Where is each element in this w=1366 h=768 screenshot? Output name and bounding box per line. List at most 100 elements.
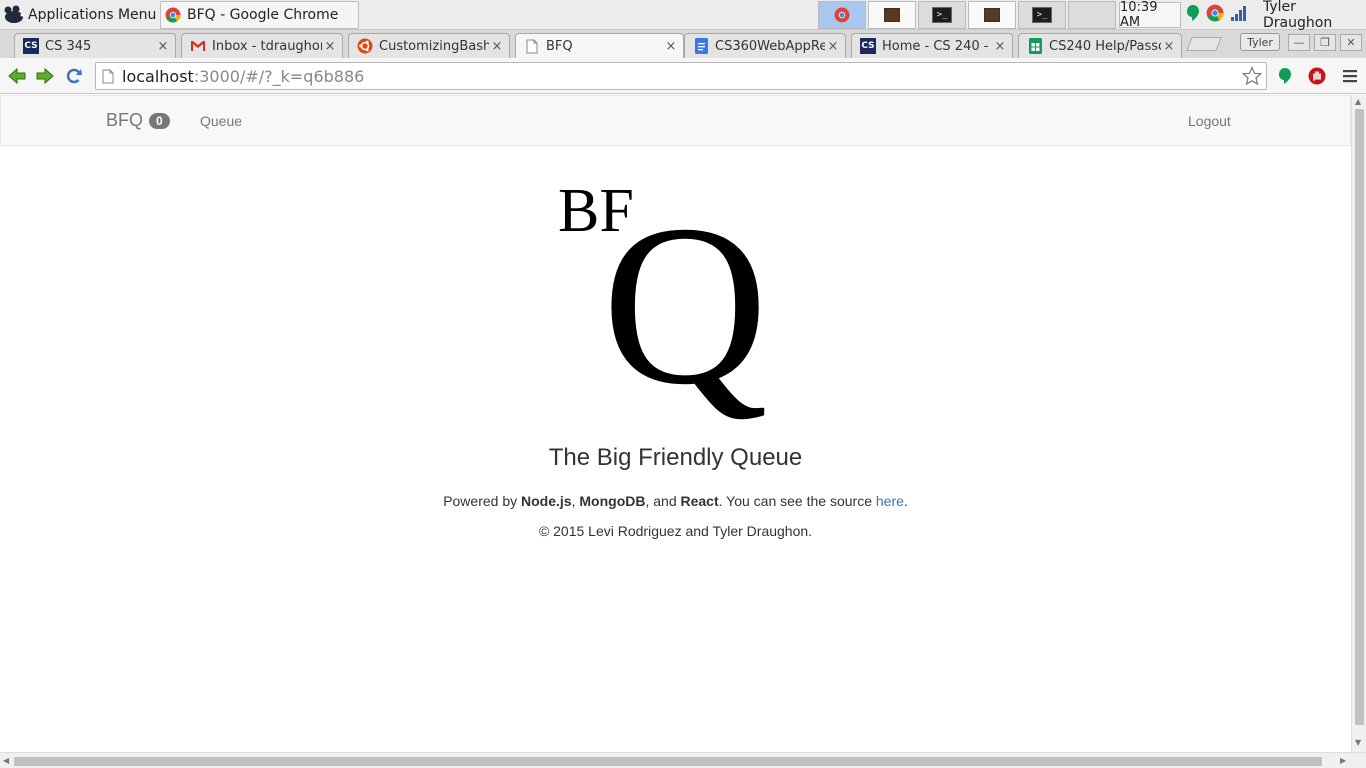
tab-close-icon[interactable]: × <box>663 39 679 54</box>
copyright-line: © 2015 Levi Rodriguez and Tyler Draughon… <box>538 523 813 539</box>
workspace-windows: >_ >_ <box>818 1 1118 29</box>
tab-title: CS240 Help/Passo <box>1049 38 1161 54</box>
tab-cs-345[interactable]: CS CS 345 × <box>14 33 176 58</box>
tech-mongodb: MongoDB <box>579 493 646 509</box>
bfq-logo: BF Q <box>550 180 790 420</box>
address-bar[interactable]: localhost:3000/#/?_k=q6b886 <box>95 62 1267 90</box>
tab-title: Inbox - tdraughon <box>212 38 322 54</box>
site-navbar: BFQ 0 Queue Logout <box>0 95 1351 146</box>
network-signal-icon[interactable] <box>1230 4 1248 22</box>
sheets-icon <box>1027 38 1043 54</box>
new-tab-button[interactable] <box>1186 37 1222 51</box>
tab-inbox[interactable]: Inbox - tdraughon × <box>181 33 343 58</box>
gmail-icon <box>190 38 206 54</box>
back-button[interactable] <box>5 64 29 88</box>
page-tagline: The Big Friendly Queue <box>548 444 803 471</box>
chrome-icon[interactable] <box>1206 4 1224 22</box>
nav-link-logout[interactable]: Logout <box>1188 113 1231 129</box>
tab-close-icon[interactable]: × <box>489 39 505 54</box>
panel-user-name[interactable]: Tyler Draughon <box>1263 0 1366 31</box>
scroll-up-arrow-icon[interactable]: ▲ <box>1355 97 1361 106</box>
applications-menu[interactable]: Applications Menu ⋮ <box>2 2 174 28</box>
ubuntu-icon <box>357 38 373 54</box>
maximize-button[interactable]: ❐ <box>1314 34 1336 51</box>
chrome-icon <box>834 7 850 23</box>
separator: , and <box>645 493 681 509</box>
chrome-icon <box>165 7 181 23</box>
nav-link-queue[interactable]: Queue <box>200 113 242 129</box>
logo-q-text: Q <box>602 177 769 432</box>
applications-menu-label: Applications Menu <box>28 7 157 23</box>
tab-title: BFQ <box>546 39 573 54</box>
queue-count-badge: 0 <box>149 112 170 129</box>
tray-window-chrome[interactable] <box>818 1 866 29</box>
tray-window-editor[interactable] <box>868 1 916 29</box>
terminal-icon: >_ <box>932 7 952 23</box>
editor-icon <box>984 8 1000 22</box>
browser-toolbar: localhost:3000/#/?_k=q6b886 <box>0 58 1366 94</box>
scroll-down-arrow-icon[interactable]: ▼ <box>1355 738 1361 747</box>
url-path: :3000/#/?_k=q6b886 <box>193 66 365 86</box>
tray-window-terminal-2[interactable]: >_ <box>1018 1 1066 29</box>
close-window-button[interactable]: ✕ <box>1340 34 1362 51</box>
top-panel: Applications Menu ⋮ BFQ - Google Chrome … <box>0 0 1366 31</box>
forward-button[interactable] <box>33 64 57 88</box>
adblock-extension-button[interactable] <box>1305 64 1329 88</box>
hamburger-menu-icon <box>1343 70 1357 83</box>
tech-react: React <box>680 493 719 509</box>
tab-title: CustomizingBashP <box>379 38 489 54</box>
tab-title: CS360WebAppRep <box>715 38 825 54</box>
tray-window-terminal[interactable]: >_ <box>918 1 966 29</box>
powered-mid: . You can see the source <box>718 493 876 509</box>
forward-arrow-icon <box>36 67 54 85</box>
stop-hand-icon <box>1308 67 1326 85</box>
horizontal-scrollbar[interactable]: ◀ ▶ <box>0 752 1366 768</box>
vertical-scroll-thumb[interactable] <box>1355 109 1364 725</box>
powered-by-line: Powered by Node.js, MongoDB, and React. … <box>0 493 1351 509</box>
minimize-button[interactable]: — <box>1288 34 1310 51</box>
scroll-left-arrow-icon[interactable]: ◀ <box>3 756 9 765</box>
powered-end: . <box>903 493 908 509</box>
tab-bfq[interactable]: BFQ × <box>515 33 684 59</box>
tab-title: Home - CS 240 - <box>882 38 989 54</box>
tab-close-icon[interactable]: × <box>825 39 841 54</box>
panel-clock[interactable]: 10:39 AM <box>1119 0 1181 30</box>
tab-close-icon[interactable]: × <box>992 39 1008 54</box>
hangouts-icon <box>1279 68 1291 84</box>
xfce-mouse-icon <box>4 5 24 23</box>
tech-nodejs: Node.js <box>521 493 572 509</box>
tray-window-editor-2[interactable] <box>968 1 1016 29</box>
brand-label: BFQ <box>106 110 144 130</box>
scroll-right-arrow-icon[interactable]: ▶ <box>1340 756 1346 765</box>
page-icon <box>102 69 114 83</box>
hangouts-icon[interactable] <box>1186 4 1200 22</box>
profile-button[interactable]: Tyler <box>1240 33 1280 51</box>
docs-icon <box>693 38 709 54</box>
tray-window-empty[interactable] <box>1068 1 1116 29</box>
chrome-menu-button[interactable] <box>1338 64 1362 88</box>
system-tray <box>1186 4 1248 22</box>
bookmark-star-icon[interactable] <box>1242 66 1262 86</box>
page-viewport: BFQ 0 Queue Logout BF Q The Big Friendly… <box>0 95 1351 752</box>
terminal-icon: >_ <box>1032 7 1052 23</box>
navbar-brand[interactable]: BFQ 0 <box>106 110 170 131</box>
taskbar-window-button[interactable]: BFQ - Google Chrome <box>160 1 359 29</box>
vertical-scrollbar[interactable]: ▲ ▼ <box>1351 95 1366 752</box>
url-host: localhost <box>122 66 194 86</box>
hangouts-extension-button[interactable] <box>1273 64 1297 88</box>
tab-customizing-bash[interactable]: CustomizingBashP × <box>348 33 510 58</box>
taskbar-window-title: BFQ - Google Chrome <box>187 7 339 23</box>
tab-close-icon[interactable]: × <box>155 39 171 54</box>
editor-icon <box>884 8 900 22</box>
tab-close-icon[interactable]: × <box>322 39 338 54</box>
tab-cs240-help[interactable]: CS240 Help/Passo × <box>1018 33 1182 58</box>
source-link[interactable]: here <box>876 493 904 509</box>
cs-icon: CS <box>23 38 39 54</box>
tab-cs360-webapp[interactable]: CS360WebAppRep × <box>684 33 846 58</box>
horizontal-scroll-thumb[interactable] <box>14 757 1322 766</box>
reload-button[interactable] <box>62 64 86 88</box>
powered-prefix: Powered by <box>443 493 522 509</box>
tab-close-icon[interactable]: × <box>1161 39 1177 54</box>
tab-home-cs-240[interactable]: CS Home - CS 240 - × <box>851 33 1013 58</box>
back-arrow-icon <box>8 67 26 85</box>
